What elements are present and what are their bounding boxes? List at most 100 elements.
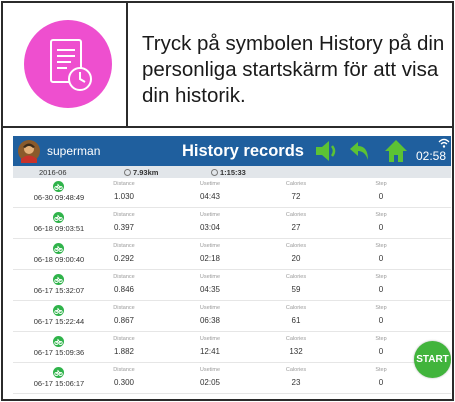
- bike-icon: [53, 305, 64, 316]
- record-datetime: 06-18 09:00:40: [33, 255, 85, 264]
- table-row[interactable]: 06-18 09:03:51 Distance 0.397 Usetime 03:04 C…: [13, 209, 451, 239]
- summary-distance: 7.93km: [124, 168, 158, 177]
- column-label-calories: Calories: [285, 212, 307, 218]
- table-row[interactable]: 06-18 09:00:40 Distance 0.292 Usetime 02:18 C…: [13, 240, 451, 270]
- avatar[interactable]: [17, 139, 41, 163]
- record-usetime: 02:18: [199, 254, 221, 263]
- record-step: 0: [378, 192, 384, 201]
- column-label-calories: Calories: [285, 336, 307, 342]
- record-datetime: 06-17 15:22:44: [33, 317, 85, 326]
- record-distance: 0.292: [113, 254, 135, 263]
- table-row[interactable]: 06-17 15:32:07 Distance 0.846 Usetime 04:35 C…: [13, 271, 451, 301]
- intro-row: Tryck på symbolen History på din personl…: [3, 3, 452, 128]
- clock-icon: [124, 169, 131, 176]
- record-usetime: 12:41: [199, 347, 221, 356]
- record-distance: 1.030: [113, 192, 135, 201]
- title-bar: superman History records 02:58: [13, 136, 451, 166]
- record-distance: 0.846: [113, 285, 135, 294]
- record-datetime: 06-17 15:32:07: [33, 286, 85, 295]
- column-label-step: Step: [375, 274, 387, 280]
- column-label-calories: Calories: [285, 243, 307, 249]
- record-usetime: 03:04: [199, 223, 221, 232]
- record-calories: 132: [289, 347, 303, 356]
- record-distance: 0.397: [113, 223, 135, 232]
- column-label-distance: Distance: [113, 305, 135, 311]
- app-screenshot: superman History records 02:58 2016-06 7…: [13, 136, 451, 398]
- bike-icon: [53, 212, 64, 223]
- column-label-distance: Distance: [113, 212, 135, 218]
- record-step: 0: [378, 378, 384, 387]
- column-label-distance: Distance: [113, 243, 135, 249]
- summary-time: 1:15:33: [211, 168, 246, 177]
- record-calories: 59: [291, 285, 301, 294]
- column-label-step: Step: [375, 336, 387, 342]
- table-row[interactable]: 06-17 15:06:17 Distance 0.300 Usetime 02:05 C…: [13, 364, 451, 394]
- table-row[interactable]: 06-17 15:09:36 Distance 1.882 Usetime 12:41 C…: [13, 333, 451, 363]
- column-label-calories: Calories: [285, 367, 307, 373]
- instruction-frame: Tryck på symbolen History på din personl…: [1, 1, 454, 401]
- record-usetime: 04:35: [199, 285, 221, 294]
- column-label-calories: Calories: [285, 274, 307, 280]
- column-label-step: Step: [375, 243, 387, 249]
- bike-icon: [53, 243, 64, 254]
- column-label-step: Step: [375, 212, 387, 218]
- page-title: History records: [182, 142, 304, 160]
- bike-icon: [53, 274, 64, 285]
- back-arrow-icon[interactable]: [348, 139, 372, 163]
- record-step: 0: [378, 285, 384, 294]
- record-datetime: 06-18 09:03:51: [33, 224, 85, 233]
- column-label-usetime: Usetime: [199, 274, 221, 280]
- record-distance: 0.867: [113, 316, 135, 325]
- column-label-usetime: Usetime: [199, 336, 221, 342]
- status-clock: 02:58: [416, 138, 450, 164]
- clock-icon: [211, 169, 218, 176]
- record-step: 0: [378, 316, 384, 325]
- record-usetime: 04:43: [199, 192, 221, 201]
- record-datetime: 06-17 15:09:36: [33, 348, 85, 357]
- column-label-distance: Distance: [113, 336, 135, 342]
- record-calories: 20: [291, 254, 301, 263]
- record-step: 0: [378, 254, 384, 263]
- record-calories: 72: [291, 192, 301, 201]
- home-icon[interactable]: [384, 139, 408, 163]
- history-document-clock-icon: [24, 20, 112, 108]
- column-label-distance: Distance: [113, 181, 135, 187]
- clock-time: 02:58: [416, 149, 447, 163]
- record-step: 0: [378, 223, 384, 232]
- intro-text: Tryck på symbolen History på din personl…: [142, 32, 445, 107]
- record-calories: 27: [291, 223, 301, 232]
- column-label-usetime: Usetime: [199, 243, 221, 249]
- bike-icon: [53, 367, 64, 378]
- record-step: 0: [378, 347, 384, 356]
- record-usetime: 06:38: [199, 316, 221, 325]
- column-label-calories: Calories: [285, 305, 307, 311]
- bike-icon: [53, 336, 64, 347]
- table-row[interactable]: 06-30 09:48:49 Distance 1.030 Usetime 04:43 C…: [13, 178, 451, 208]
- record-datetime: 06-30 09:48:49: [33, 193, 85, 202]
- summary-month: 2016-06: [39, 168, 67, 177]
- record-distance: 0.300: [113, 378, 135, 387]
- record-usetime: 02:05: [199, 378, 221, 387]
- column-label-usetime: Usetime: [199, 181, 221, 187]
- column-label-usetime: Usetime: [199, 367, 221, 373]
- column-label-usetime: Usetime: [199, 305, 221, 311]
- column-label-step: Step: [375, 181, 387, 187]
- summary-bar: 2016-06 7.93km 1:15:33: [13, 166, 451, 178]
- record-calories: 23: [291, 378, 301, 387]
- wifi-icon: [438, 138, 450, 148]
- icon-cell: [3, 3, 128, 126]
- record-calories: 61: [291, 316, 301, 325]
- column-label-usetime: Usetime: [199, 212, 221, 218]
- volume-icon[interactable]: [314, 139, 340, 163]
- table-row[interactable]: 06-17 15:22:44 Distance 0.867 Usetime 06:38 C…: [13, 302, 451, 332]
- column-label-step: Step: [375, 305, 387, 311]
- column-label-step: Step: [375, 367, 387, 373]
- bike-icon: [53, 181, 64, 192]
- column-label-distance: Distance: [113, 367, 135, 373]
- start-button[interactable]: START: [414, 341, 451, 378]
- record-distance: 1.882: [113, 347, 135, 356]
- column-label-distance: Distance: [113, 274, 135, 280]
- record-datetime: 06-17 15:06:17: [33, 379, 85, 388]
- username: superman: [47, 144, 101, 158]
- column-label-calories: Calories: [285, 181, 307, 187]
